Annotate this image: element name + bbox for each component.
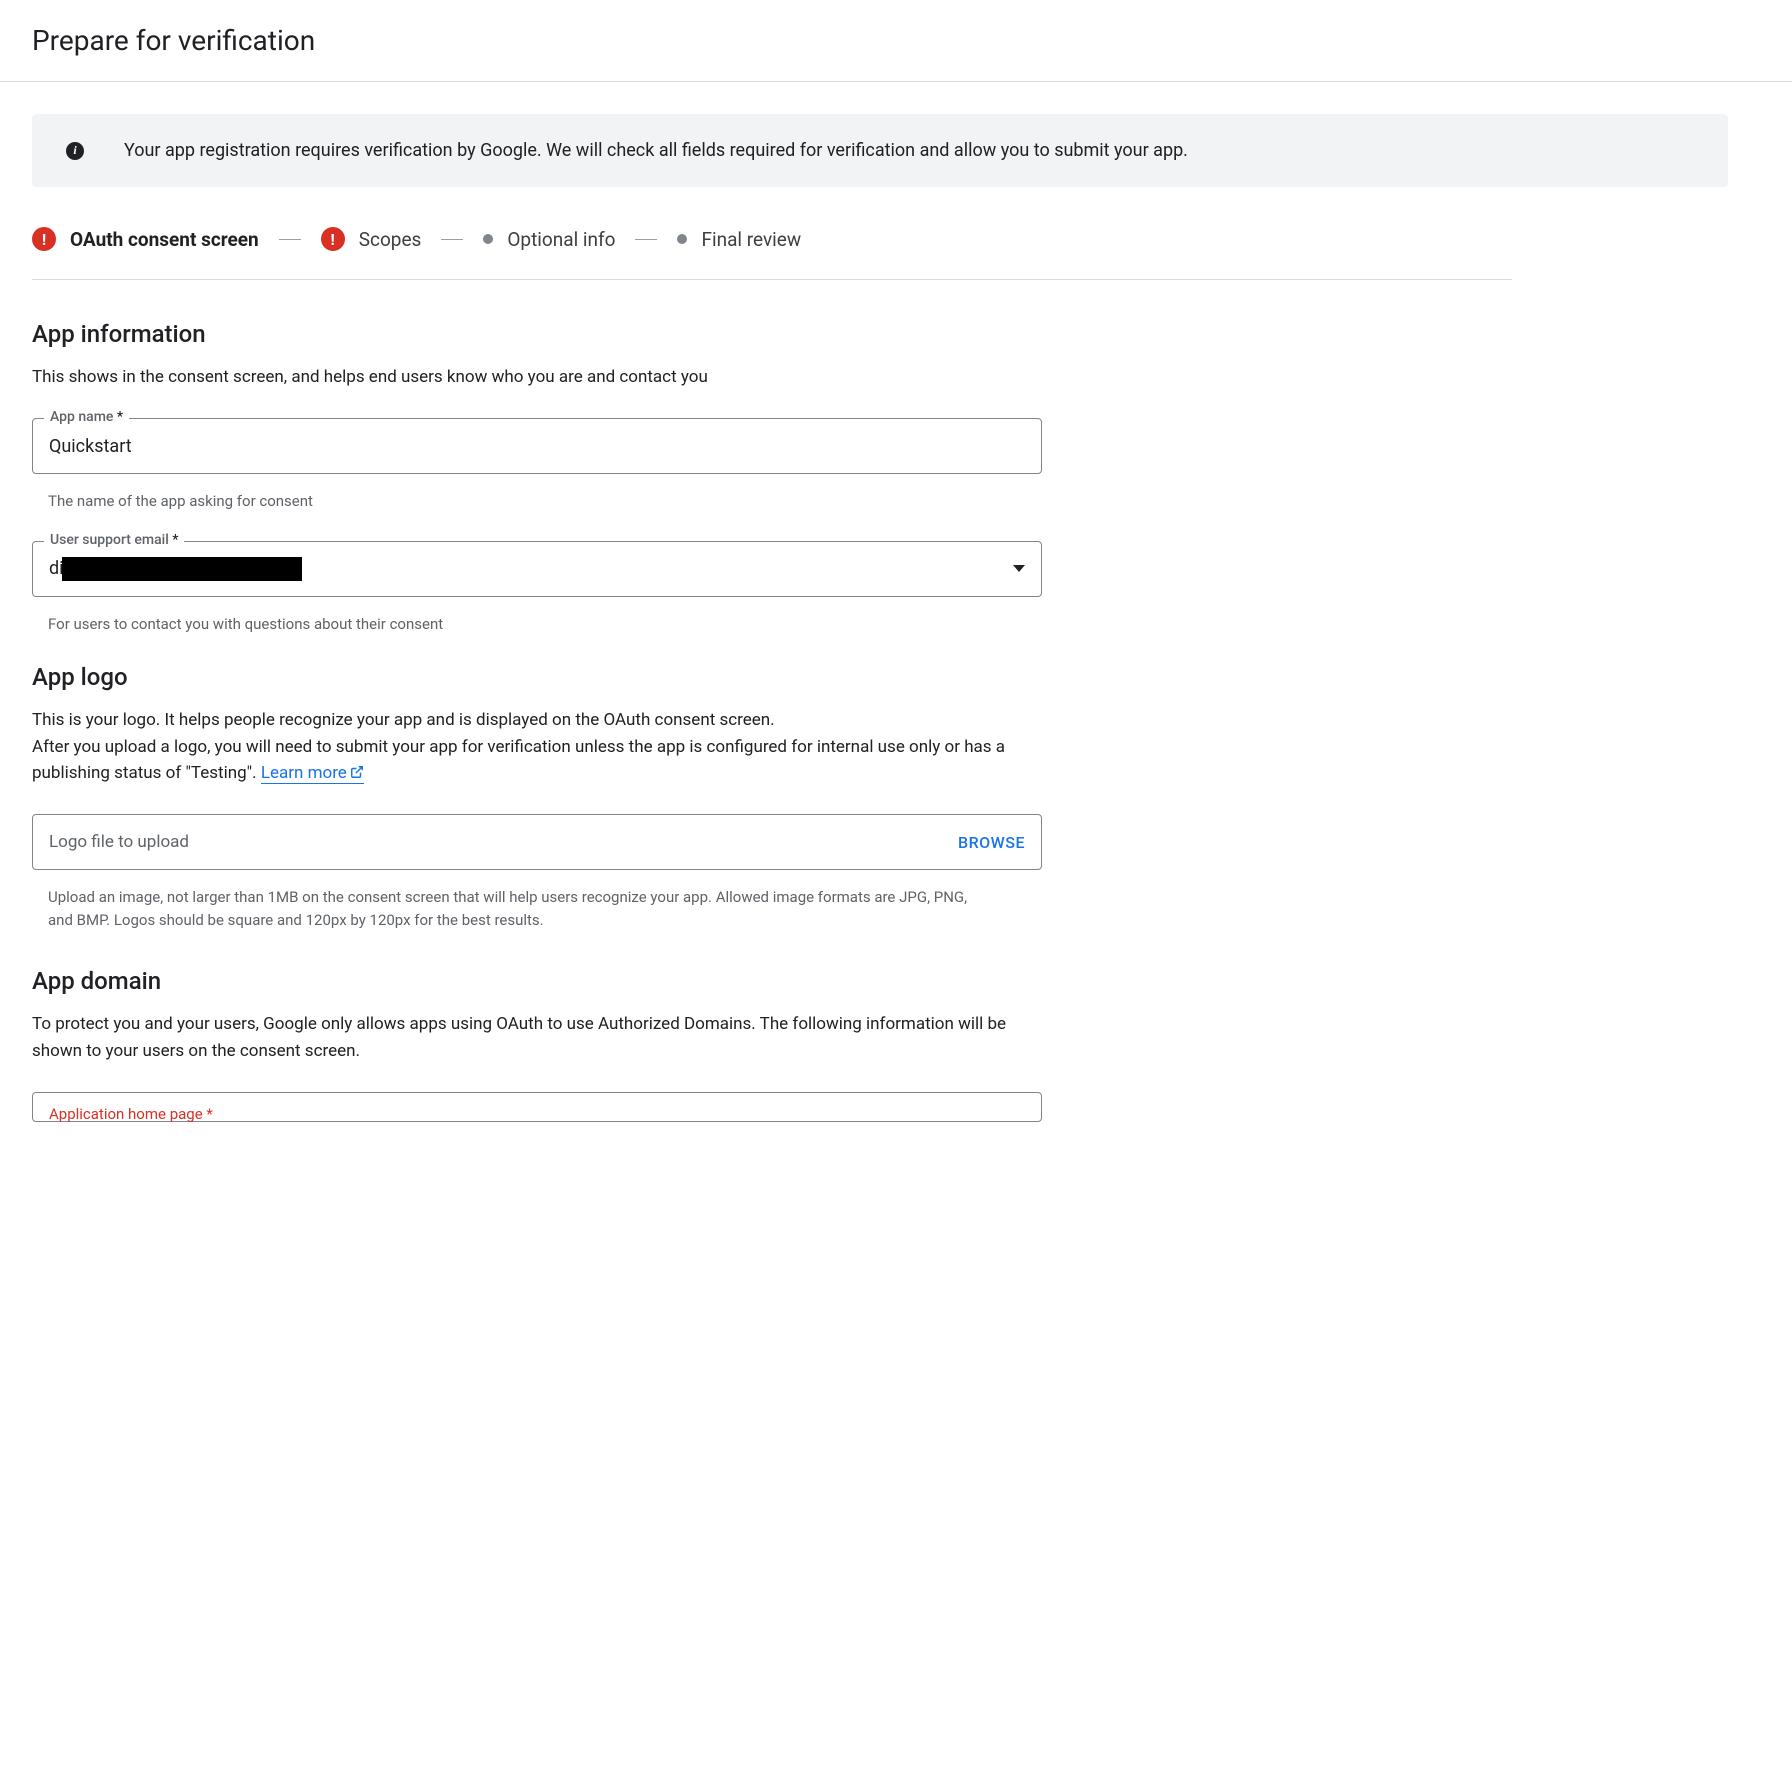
app-name-field: App name *: [32, 418, 1042, 474]
error-icon: !: [321, 227, 345, 251]
app-logo-heading: App logo: [32, 663, 1042, 691]
logo-file-field: Logo file to upload BROWSE: [32, 814, 1042, 870]
app-domain-desc: To protect you and your users, Google on…: [32, 1011, 1042, 1064]
step-label: Scopes: [359, 228, 422, 251]
step-label: OAuth consent screen: [70, 228, 259, 251]
step-connector: [441, 239, 463, 240]
app-logo-desc: This is your logo. It helps people recog…: [32, 707, 1042, 786]
app-information-desc: This shows in the consent screen, and he…: [32, 364, 1042, 390]
banner-text: Your app registration requires verificat…: [124, 140, 1188, 161]
support-email-helper: For users to contact you with questions …: [32, 605, 1042, 636]
browse-button[interactable]: BROWSE: [958, 833, 1025, 852]
step-connector: [635, 239, 657, 240]
logo-file-helper: Upload an image, not larger than 1MB on …: [32, 878, 992, 931]
external-link-icon: [350, 765, 364, 779]
application-home-page-field[interactable]: Application home page *: [32, 1092, 1042, 1122]
support-email-label: User support email *: [44, 532, 184, 548]
step-connector: [279, 239, 301, 240]
support-email-select[interactable]: di: [32, 541, 1042, 597]
step-optional-info[interactable]: Optional info: [483, 228, 615, 251]
step-scopes[interactable]: ! Scopes: [321, 227, 422, 251]
app-name-label: App name *: [44, 409, 129, 425]
info-icon: i: [66, 142, 84, 160]
step-final-review[interactable]: Final review: [677, 228, 801, 251]
logo-file-input[interactable]: Logo file to upload BROWSE: [32, 814, 1042, 870]
app-domain-heading: App domain: [32, 967, 1042, 995]
dot-icon: [483, 234, 493, 244]
application-home-page-label: Application home page *: [33, 1093, 1041, 1123]
page-title: Prepare for verification: [0, 0, 1792, 82]
step-oauth-consent[interactable]: ! OAuth consent screen: [32, 227, 259, 251]
step-label: Optional info: [507, 228, 615, 251]
learn-more-link[interactable]: Learn more: [261, 763, 364, 784]
chevron-down-icon: [1013, 565, 1025, 572]
error-icon: !: [32, 227, 56, 251]
step-label: Final review: [701, 228, 801, 251]
logo-file-placeholder: Logo file to upload: [49, 832, 189, 852]
verification-banner: i Your app registration requires verific…: [32, 114, 1728, 187]
stepper: ! OAuth consent screen ! Scopes Optional…: [32, 227, 1512, 280]
dot-icon: [677, 234, 687, 244]
app-name-helper: The name of the app asking for consent: [32, 482, 1042, 513]
support-email-field: User support email * di: [32, 541, 1042, 597]
redacted-block: [62, 557, 302, 581]
app-name-input[interactable]: [32, 418, 1042, 474]
app-information-heading: App information: [32, 320, 1042, 348]
